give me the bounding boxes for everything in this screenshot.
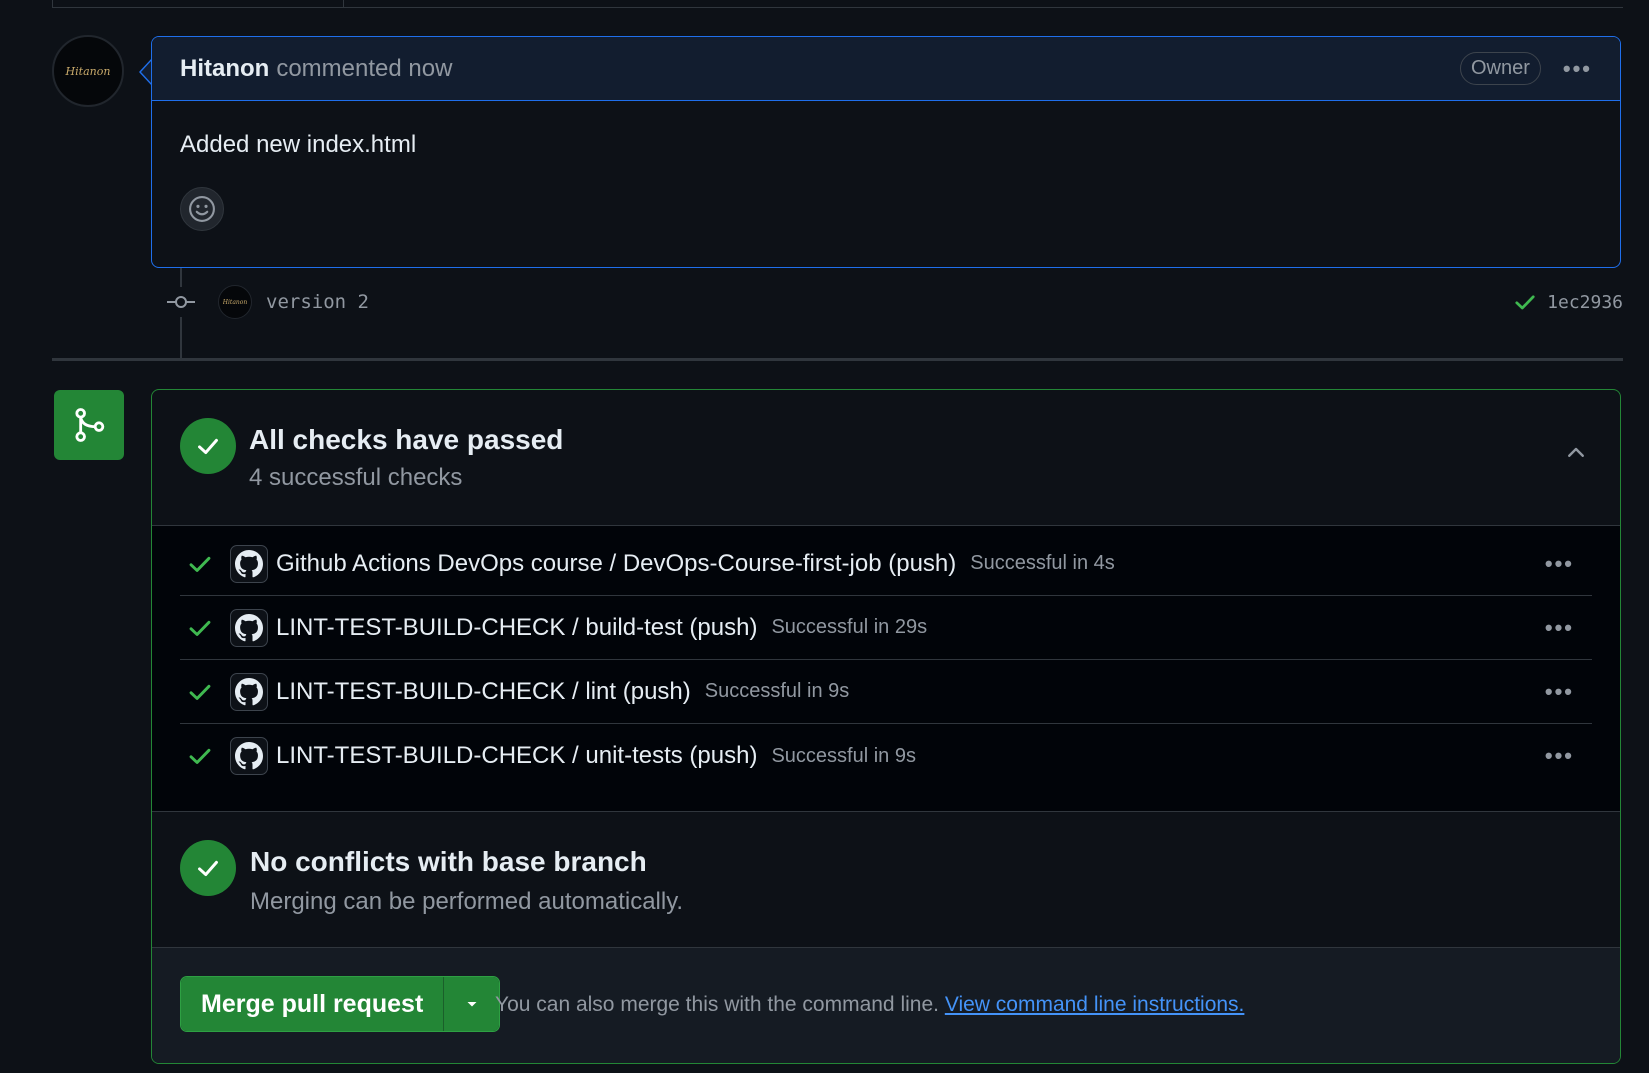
kebab-horizontal-icon[interactable]: ••• [1545, 679, 1574, 705]
avatar-logo: Hitanon [65, 65, 111, 78]
command-line-instructions-link[interactable]: View command line instructions. [945, 993, 1245, 1016]
kebab-horizontal-icon[interactable]: ••• [1545, 615, 1574, 641]
add-reaction-button[interactable] [180, 187, 224, 231]
author-avatar[interactable]: Hitanon [52, 35, 124, 107]
comment-header: Hitanon commented now Owner ••• [152, 37, 1620, 101]
owner-badge: Owner [1459, 52, 1541, 85]
timeline-break [52, 358, 1623, 361]
check-circle-icon [180, 840, 236, 896]
avatar-logo-small: Hitanon [223, 299, 247, 306]
merge-hint-text: You can also merge this with the command… [495, 993, 939, 1016]
merge-actions: Merge pull request You can also merge th… [152, 948, 1620, 1063]
check-name[interactable]: LINT-TEST-BUILD-CHECK / lint (push) [276, 678, 691, 706]
check-row[interactable]: Github Actions DevOps course / DevOps-Co… [180, 532, 1592, 596]
comment-timestamp[interactable]: commented now [276, 55, 452, 83]
comment-card: Hitanon commented now Owner ••• Added ne… [151, 36, 1621, 268]
conflicts-title: No conflicts with base branch [250, 846, 647, 877]
commit-message[interactable]: version 2 [266, 291, 369, 313]
check-icon [180, 615, 220, 641]
check-status: Successful in 29s [771, 616, 928, 638]
check-status: Successful in 4s [970, 552, 1115, 574]
top-divider [344, 7, 1623, 8]
triangle-down-icon [467, 1002, 477, 1007]
commit-sha[interactable]: 1ec2936 [1547, 292, 1623, 313]
check-name[interactable]: Github Actions DevOps course / DevOps-Co… [276, 550, 956, 578]
check-icon [180, 679, 220, 705]
check-icon[interactable] [1513, 290, 1537, 314]
check-name[interactable]: LINT-TEST-BUILD-CHECK / build-test (push… [276, 614, 757, 642]
check-name[interactable]: LINT-TEST-BUILD-CHECK / unit-tests (push… [276, 742, 757, 770]
github-mark-icon [230, 608, 268, 647]
github-mark-icon [230, 672, 268, 711]
check-status: Successful in 9s [771, 744, 916, 767]
check-status: Successful in 9s [704, 680, 850, 702]
avatar-logo-small-text: Hitanon [223, 299, 247, 306]
conflicts-section: No conflicts with base branch Merging ca… [152, 812, 1620, 948]
git-merge-icon [54, 390, 124, 460]
merge-method-dropdown[interactable] [443, 977, 500, 1031]
github-mark-icon [230, 544, 268, 583]
kebab-horizontal-icon[interactable]: ••• [1563, 56, 1592, 82]
check-row[interactable]: LINT-TEST-BUILD-CHECK / lint (push) Succ… [180, 660, 1592, 724]
comment-text: Added new index.html [180, 131, 417, 158]
previous-tab-edge [52, 0, 344, 8]
check-row[interactable]: LINT-TEST-BUILD-CHECK / unit-tests (push… [180, 724, 1592, 788]
avatar-logo-text: Hitanon [65, 65, 111, 78]
git-commit-icon [166, 287, 196, 317]
comment-author[interactable]: Hitanon [180, 55, 269, 83]
commit-item: Hitanon version 2 1ec2936 [166, 282, 1623, 322]
checks-list: Github Actions DevOps course / DevOps-Co… [152, 526, 1620, 812]
check-icon [180, 743, 220, 769]
check-circle-icon [180, 418, 236, 474]
checks-title: All checks have passed [249, 424, 564, 455]
check-icon [180, 551, 220, 577]
merge-hint: You can also merge this with the command… [495, 993, 1244, 1017]
github-mark-icon [230, 737, 268, 775]
kebab-horizontal-icon[interactable]: ••• [1545, 551, 1574, 577]
merge-box: All checks have passed 4 successful chec… [151, 389, 1621, 1064]
chevron-up-icon[interactable] [1560, 436, 1592, 468]
checks-summary: All checks have passed 4 successful chec… [152, 390, 1620, 526]
smiley-icon [189, 196, 215, 222]
commit-author-avatar[interactable]: Hitanon [218, 285, 252, 319]
check-row[interactable]: LINT-TEST-BUILD-CHECK / build-test (push… [180, 596, 1592, 660]
merge-pull-request-button[interactable]: Merge pull request [181, 977, 444, 1031]
checks-subtitle: 4 successful checks [249, 464, 463, 491]
comment-body: Added new index.html [152, 101, 1620, 261]
conflicts-subtitle: Merging can be performed automatically. [250, 888, 684, 915]
kebab-horizontal-icon[interactable]: ••• [1545, 743, 1574, 769]
merge-button-group: Merge pull request [180, 976, 501, 1032]
